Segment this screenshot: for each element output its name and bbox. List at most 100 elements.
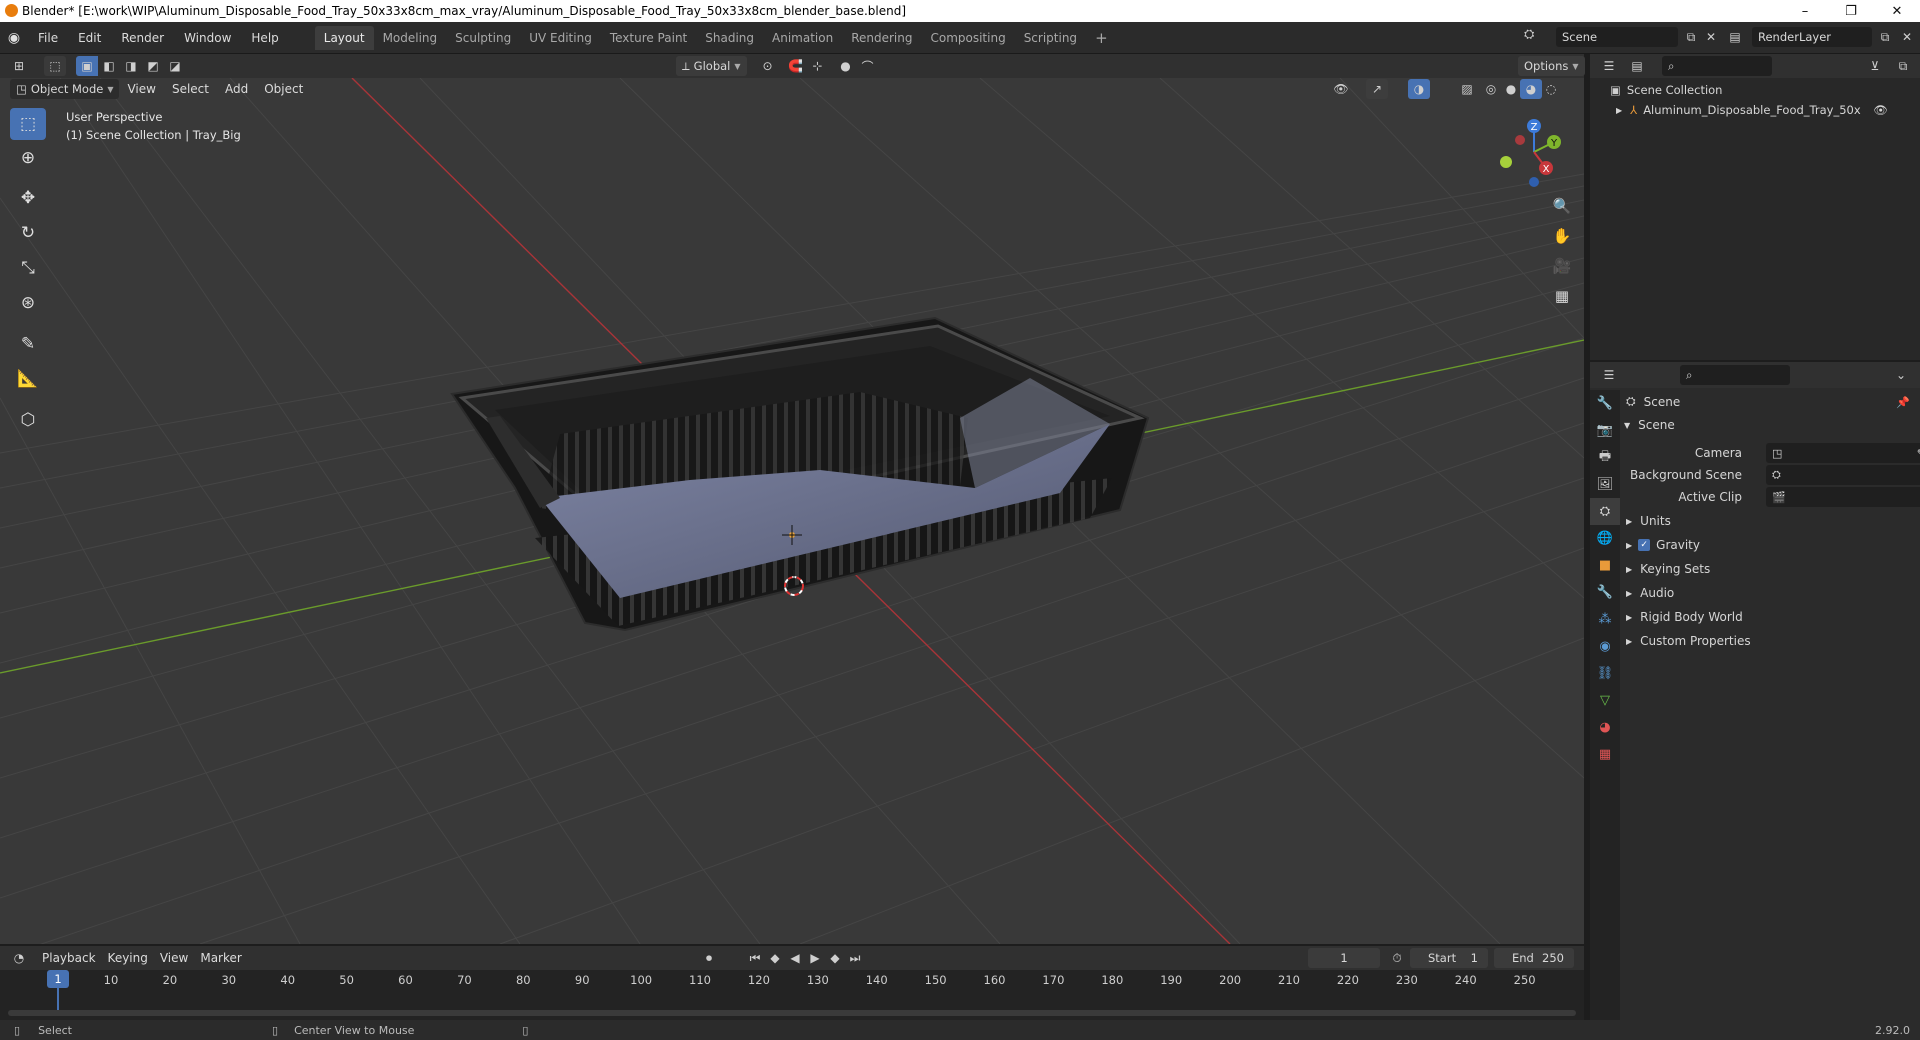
physics-tab-icon[interactable]: ◉ bbox=[1590, 633, 1620, 660]
play-icon[interactable]: ▶ bbox=[804, 948, 826, 968]
cursor-tool-icon[interactable]: ⊕ bbox=[10, 142, 46, 174]
falloff-icon[interactable]: ⌒ bbox=[857, 56, 879, 76]
menu-render[interactable]: Render bbox=[111, 22, 174, 54]
zoom-icon[interactable]: 🔍 bbox=[1548, 192, 1576, 220]
tab-scripting[interactable]: Scripting bbox=[1015, 26, 1086, 50]
select-box-tool-icon[interactable]: ⬚ bbox=[10, 108, 46, 140]
viewport-menu-object[interactable]: Object bbox=[256, 78, 311, 100]
select-tool-icon[interactable]: ⬚ bbox=[44, 56, 66, 76]
rotate-tool-icon[interactable]: ↻ bbox=[10, 217, 46, 249]
gravity-panel[interactable]: ▶ ✓ Gravity bbox=[1620, 534, 1920, 556]
transform-orientation-select[interactable]: ⟂ Global ▼ bbox=[676, 56, 747, 76]
new-collection-icon[interactable]: ⧉ bbox=[1892, 56, 1914, 76]
camera-view-icon[interactable]: 🎥 bbox=[1548, 252, 1576, 280]
delete-renderlayer-icon[interactable]: ✕ bbox=[1896, 27, 1918, 47]
tab-uv-editing[interactable]: UV Editing bbox=[520, 26, 601, 50]
tab-layout[interactable]: Layout bbox=[314, 25, 374, 50]
scene-panel-header[interactable]: ▼ Scene bbox=[1624, 418, 1675, 432]
tab-animation[interactable]: Animation bbox=[763, 26, 842, 50]
background-scene-field[interactable]: ⛭ bbox=[1766, 465, 1920, 485]
eye-icon[interactable]: 👁 bbox=[1873, 103, 1888, 117]
transform-tool-icon[interactable]: ⊛ bbox=[10, 287, 46, 319]
pivot-point-icon[interactable]: ⊙ bbox=[757, 56, 779, 76]
tab-sculpting[interactable]: Sculpting bbox=[446, 26, 520, 50]
viewport-menu-select[interactable]: Select bbox=[164, 78, 217, 100]
render-tab-icon[interactable]: 📷 bbox=[1590, 417, 1620, 444]
viewport-menu-add[interactable]: Add bbox=[217, 78, 256, 100]
auto-keying-icon[interactable]: ⏺ bbox=[698, 948, 720, 968]
timeline-menu-view[interactable]: View bbox=[154, 946, 194, 970]
next-keyframe-icon[interactable]: ◆ bbox=[824, 948, 846, 968]
current-frame-field[interactable]: 1 bbox=[1308, 948, 1380, 968]
add-workspace-button[interactable]: + bbox=[1086, 26, 1117, 50]
overlays-icon[interactable]: ◑ bbox=[1408, 79, 1430, 99]
add-cube-tool-icon[interactable]: ⬡ bbox=[10, 404, 46, 436]
3d-viewport[interactable]: ◳ Object Mode ▼ View Select Add Object 👁 ↗… bbox=[0, 78, 1584, 944]
scene-selector[interactable]: Scene bbox=[1556, 27, 1678, 47]
object-mode-select[interactable]: ◳ Object Mode ▼ bbox=[10, 79, 120, 99]
constraints-tab-icon[interactable]: ⛓ bbox=[1590, 660, 1620, 687]
pan-hand-icon[interactable]: ✋ bbox=[1548, 222, 1576, 250]
properties-editor-type-icon[interactable]: ☰ bbox=[1598, 365, 1620, 385]
playhead-frame[interactable]: 1 bbox=[47, 970, 69, 988]
select-extend-icon[interactable]: ◧ bbox=[98, 56, 120, 76]
outliner-item[interactable]: ▶ ⅄ Aluminum_Disposable_Food_Tray_50x33x… bbox=[1616, 100, 1916, 120]
rigid-body-world-panel[interactable]: ▶ Rigid Body World bbox=[1620, 606, 1920, 628]
scene-collection-row[interactable]: ▣ Scene Collection bbox=[1610, 80, 1722, 100]
select-new-icon[interactable]: ▣ bbox=[76, 56, 98, 76]
object-tab-icon[interactable]: ■ bbox=[1590, 552, 1620, 579]
properties-search-input[interactable]: ⌕ bbox=[1680, 365, 1790, 385]
select-subtract-icon[interactable]: ◨ bbox=[120, 56, 142, 76]
timeline-ruler-area[interactable]: 10 20 30 40 50 60 70 80 90 100 110 120 130 140 150 160 1… bbox=[0, 970, 1584, 1020]
visibility-icon[interactable]: 👁 bbox=[1330, 79, 1352, 99]
expand-arrow-icon[interactable]: ▶ bbox=[1616, 106, 1622, 115]
viewport-menu-view[interactable]: View bbox=[119, 78, 163, 100]
filter-icon[interactable]: ⊻ bbox=[1864, 56, 1886, 76]
tool-tab-icon[interactable]: 🔧 bbox=[1590, 390, 1620, 417]
material-tab-icon[interactable]: ◕ bbox=[1590, 714, 1620, 741]
tab-shading[interactable]: Shading bbox=[696, 26, 763, 50]
new-scene-icon[interactable]: ⧉ bbox=[1680, 27, 1702, 47]
annotate-tool-icon[interactable]: ✎ bbox=[10, 328, 46, 360]
texture-tab-icon[interactable]: ▦ bbox=[1590, 741, 1620, 768]
new-renderlayer-icon[interactable]: ⧉ bbox=[1874, 27, 1896, 47]
tab-texture-paint[interactable]: Texture Paint bbox=[601, 26, 696, 50]
audio-panel[interactable]: ▶ Audio bbox=[1620, 582, 1920, 604]
close-window-button[interactable]: ✕ bbox=[1874, 0, 1920, 22]
proportional-edit-icon[interactable]: ● bbox=[835, 56, 857, 76]
viewport-canvas[interactable] bbox=[0, 78, 1584, 944]
select-invert-icon[interactable]: ◩ bbox=[142, 56, 164, 76]
jump-end-icon[interactable]: ⏭ bbox=[844, 948, 866, 968]
timeline-scrollbar[interactable] bbox=[8, 1010, 1576, 1016]
navigation-gizmo[interactable]: Z Y X bbox=[1490, 110, 1570, 190]
timeline-menu-keying[interactable]: Keying bbox=[102, 946, 154, 970]
blender-menu-icon[interactable]: ◉ bbox=[0, 30, 28, 46]
measure-tool-icon[interactable]: 📐 bbox=[10, 363, 46, 395]
start-frame-field[interactable]: Start 1 bbox=[1410, 948, 1488, 968]
custom-properties-panel[interactable]: ▶ Custom Properties bbox=[1620, 630, 1920, 652]
particles-tab-icon[interactable]: ⁂ bbox=[1590, 606, 1620, 633]
tab-modeling[interactable]: Modeling bbox=[374, 26, 447, 50]
preview-range-icon[interactable]: ⏱ bbox=[1386, 948, 1408, 968]
menu-edit[interactable]: Edit bbox=[68, 22, 111, 54]
move-tool-icon[interactable]: ✥ bbox=[10, 182, 46, 214]
menu-help[interactable]: Help bbox=[241, 22, 288, 54]
shading-solid-icon[interactable]: ● bbox=[1500, 79, 1522, 99]
properties-options-icon[interactable]: ⌄ bbox=[1890, 365, 1912, 385]
shading-rendered-icon[interactable]: ◌ bbox=[1540, 79, 1562, 99]
menu-window[interactable]: Window bbox=[174, 22, 241, 54]
timeline-menu-playback[interactable]: Playback bbox=[30, 946, 102, 970]
end-frame-field[interactable]: End 250 bbox=[1494, 948, 1574, 968]
play-reverse-icon[interactable]: ◀ bbox=[784, 948, 806, 968]
renderlayer-icon[interactable]: ▤ bbox=[1724, 27, 1746, 47]
gravity-checkbox[interactable]: ✓ bbox=[1638, 539, 1651, 551]
ortho-toggle-icon[interactable]: ▦ bbox=[1548, 282, 1576, 310]
select-intersect-icon[interactable]: ◪ bbox=[164, 56, 186, 76]
timeline-editor-type-icon[interactable]: ◔ bbox=[8, 948, 30, 968]
keying-sets-panel[interactable]: ▶ Keying Sets bbox=[1620, 558, 1920, 580]
scale-tool-icon[interactable]: ⤡ bbox=[10, 252, 46, 284]
gizmo-toggle-icon[interactable]: ↗ bbox=[1366, 79, 1388, 99]
minimize-button[interactable]: – bbox=[1782, 0, 1828, 22]
world-tab-icon[interactable]: 🌐 bbox=[1590, 525, 1620, 552]
renderlayer-selector[interactable]: RenderLayer bbox=[1752, 27, 1872, 47]
